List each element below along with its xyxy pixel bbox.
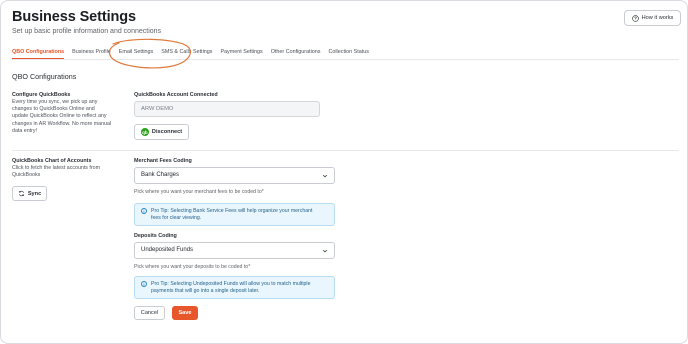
- chart-of-accounts-description: Click to fetch the latest accounts from …: [12, 165, 101, 179]
- account-connected-label: QuickBooks Account Connected: [134, 92, 218, 98]
- tab-payment-settings[interactable]: Payment Settings: [220, 47, 262, 59]
- settings-window: Business Settings Set up basic profile i…: [0, 0, 688, 344]
- sync-icon: [18, 190, 24, 197]
- deposits-coding-label: Deposits Coding: [134, 233, 177, 239]
- configure-quickbooks-description: Every time you sync, we pick up any chan…: [12, 99, 112, 134]
- section-title: QBO Configurations: [12, 72, 77, 81]
- tab-qbo-configurations[interactable]: QBO Configurations: [12, 47, 65, 59]
- question-circle-icon: [631, 14, 639, 22]
- tab-business-profile[interactable]: Business Profile: [72, 47, 111, 59]
- chart-of-accounts-heading: QuickBooks Chart of Accounts: [12, 158, 92, 164]
- merchant-fees-select[interactable]: Bank Charges: [134, 167, 335, 184]
- merchant-fees-label: Merchant Fees Coding: [134, 158, 192, 164]
- tab-sms-calls-settings[interactable]: SMS & Calls Settings: [161, 47, 212, 59]
- merchant-fees-helper: Pick where you want your merchant fees t…: [134, 189, 264, 195]
- save-button[interactable]: Save: [172, 306, 198, 320]
- configure-quickbooks-heading: Configure QuickBooks: [12, 92, 71, 98]
- section-divider: [12, 150, 679, 151]
- quickbooks-icon: qb: [140, 128, 149, 136]
- cancel-button[interactable]: Cancel: [134, 306, 165, 320]
- tabs-divider: [12, 59, 679, 60]
- how-it-works-button[interactable]: How it works: [624, 10, 681, 26]
- chevron-down-icon: [322, 174, 328, 178]
- deposits-coding-value: Undeposited Funds: [141, 247, 194, 253]
- disconnect-button[interactable]: qb Disconnect: [134, 124, 189, 140]
- tab-other-configurations[interactable]: Other Configurations: [271, 47, 321, 59]
- deposits-coding-helper: Pick where you want your deposits to be …: [134, 264, 251, 270]
- deposits-coding-select[interactable]: Undeposited Funds: [134, 242, 335, 259]
- chevron-down-icon: [322, 249, 328, 253]
- tab-email-settings[interactable]: Email Settings: [119, 47, 153, 59]
- settings-tabs: QBO Configurations Business Profile Emai…: [12, 47, 377, 59]
- how-it-works-label: How it works: [641, 15, 674, 21]
- tab-collection-status[interactable]: Collection Status: [328, 47, 368, 59]
- page-title: Business Settings: [12, 9, 136, 25]
- merchant-fees-value: Bank Charges: [141, 172, 180, 178]
- deposits-coding-tip: i Pro Tip: Selecting Undeposited Funds w…: [134, 276, 335, 299]
- info-icon: i: [141, 281, 147, 287]
- account-connected-field: ARW DEMO: [134, 101, 320, 117]
- sync-label: Sync: [27, 190, 42, 197]
- sync-button[interactable]: Sync: [12, 186, 47, 201]
- merchant-fees-tip: i Pro Tip: Selecting Bank Service Fees w…: [134, 203, 335, 226]
- info-icon: i: [141, 208, 147, 214]
- page-subtitle: Set up basic profile information and con…: [12, 28, 162, 35]
- disconnect-label: Disconnect: [151, 129, 183, 135]
